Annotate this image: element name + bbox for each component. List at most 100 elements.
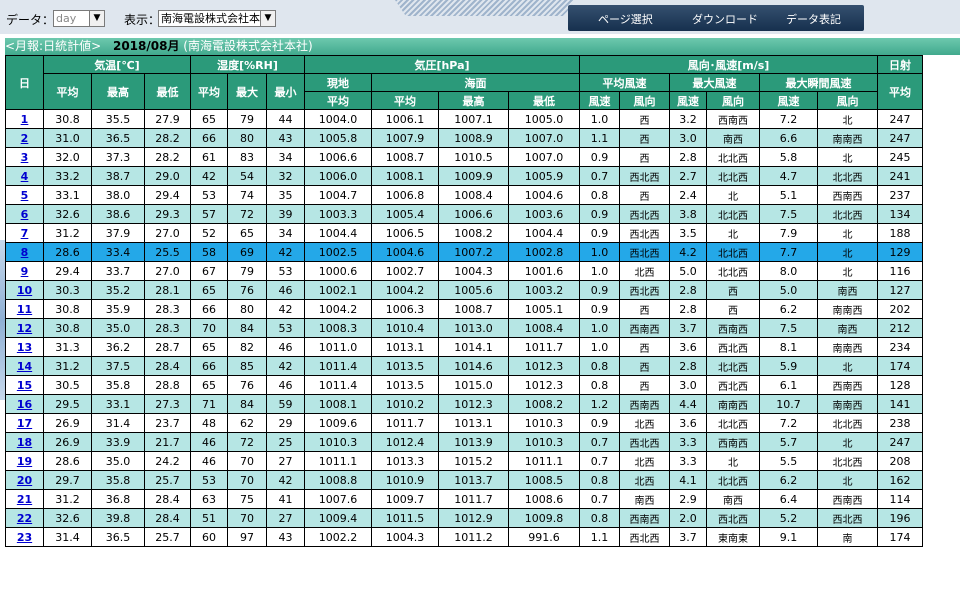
col-gust-dir: 風向 <box>817 91 878 110</box>
table-cell: 46 <box>266 280 305 300</box>
table-cell: 北西 <box>619 451 670 471</box>
table-row: 19 28.6 35.0 24.2 46 70 27 1011.1 1013.3 1015.2 10… <box>5 451 923 471</box>
table-cell: 208 <box>877 451 923 471</box>
day-link[interactable]: 22 <box>17 512 32 525</box>
table-cell: 7.5 <box>759 318 818 338</box>
table-cell: 北 <box>706 451 760 471</box>
table-cell: 1006.3 <box>371 299 439 319</box>
table-cell: 西 <box>619 128 670 148</box>
day-link[interactable]: 16 <box>17 398 32 411</box>
table-cell: 1002.8 <box>508 242 580 262</box>
table-cell: 48 <box>190 413 228 433</box>
table-cell: 84 <box>227 318 267 338</box>
table-cell: 1010.3 <box>508 413 580 433</box>
table-cell: 234 <box>877 337 923 357</box>
table-cell: 174 <box>877 527 923 547</box>
table-cell: 西南西 <box>706 109 760 129</box>
table-cell: 1009.9 <box>438 166 509 186</box>
table-cell: 2.0 <box>669 508 707 528</box>
table-cell: 1010.4 <box>371 318 439 338</box>
table-cell: 1011.4 <box>304 375 372 395</box>
table-cell: 70 <box>227 451 267 471</box>
day-link[interactable]: 1 <box>21 113 29 126</box>
table-cell: 28.6 <box>43 451 92 471</box>
table-cell: 3.0 <box>669 375 707 395</box>
table-cell: 北 <box>817 432 878 452</box>
col-sea-avg: 平均 <box>371 91 439 110</box>
data-type-select[interactable]: day ▼ <box>53 10 105 27</box>
table-cell: 0.7 <box>579 166 620 186</box>
table-cell: 23.7 <box>144 413 191 433</box>
day-link[interactable]: 4 <box>21 170 29 183</box>
day-link[interactable]: 6 <box>21 208 29 221</box>
data-type-value: day <box>56 12 77 25</box>
table-cell: 29.5 <box>43 394 92 414</box>
day-link[interactable]: 19 <box>17 455 32 468</box>
table-cell: 西南西 <box>706 318 760 338</box>
day-link[interactable]: 17 <box>17 417 32 430</box>
day-link[interactable]: 23 <box>17 531 32 544</box>
table-cell: 25.5 <box>144 242 191 262</box>
table-cell: 西南西 <box>706 432 760 452</box>
table-cell: 32 <box>266 166 305 186</box>
table-cell: 34 <box>266 147 305 167</box>
day-link[interactable]: 3 <box>21 151 29 164</box>
menu-download[interactable]: ダウンロード <box>692 11 758 27</box>
day-link[interactable]: 2 <box>21 132 29 145</box>
day-link[interactable]: 14 <box>17 360 32 373</box>
day-link[interactable]: 15 <box>17 379 32 392</box>
display-select[interactable]: 南海電設株式会社本社 ▼ <box>158 10 276 27</box>
chevron-down-icon[interactable]: ▼ <box>89 11 104 26</box>
table-cell: 44 <box>266 109 305 129</box>
day-link[interactable]: 9 <box>21 265 29 278</box>
table-cell: 76 <box>227 375 267 395</box>
table-cell: 52 <box>190 223 228 243</box>
table-cell: 1002.7 <box>371 261 439 281</box>
table-cell: 1006.8 <box>371 185 439 205</box>
day-link[interactable]: 21 <box>17 493 32 506</box>
report-year-month: 2018/08月 <box>112 39 180 53</box>
table-cell: 25.7 <box>144 527 191 547</box>
table-cell: 南西 <box>706 128 760 148</box>
day-link[interactable]: 11 <box>17 303 32 316</box>
menu-data-notation[interactable]: データ表記 <box>786 11 841 27</box>
table-cell: 28.3 <box>144 318 191 338</box>
day-cell: 3 <box>5 147 44 167</box>
table-cell: 33.1 <box>43 185 92 205</box>
day-link[interactable]: 13 <box>17 341 32 354</box>
table-cell: 北北西 <box>706 413 760 433</box>
table-row: 3 32.0 37.3 28.2 61 83 34 1006.6 1008.7 1010.5 100… <box>5 147 923 167</box>
table-cell: 北 <box>706 223 760 243</box>
day-link[interactable]: 7 <box>21 227 29 240</box>
table-cell: 30.8 <box>43 318 92 338</box>
table-cell: 1014.1 <box>438 337 509 357</box>
table-row: 2 31.0 36.5 28.2 66 80 43 1005.8 1007.9 1008.9 100… <box>5 128 923 148</box>
col-gust-speed: 風速 <box>759 91 818 110</box>
day-link[interactable]: 12 <box>17 322 32 335</box>
table-cell: 33.1 <box>91 394 145 414</box>
table-cell: 2.9 <box>669 489 707 509</box>
table-cell: 西北西 <box>817 508 878 528</box>
table-cell: 北北西 <box>817 413 878 433</box>
chevron-down-icon[interactable]: ▼ <box>260 11 275 26</box>
col-max-wind-speed: 風速 <box>669 91 707 110</box>
table-cell: 1005.1 <box>508 299 580 319</box>
day-link[interactable]: 8 <box>21 246 29 259</box>
col-hum-min: 最小 <box>266 73 305 110</box>
table-cell: 35.0 <box>91 318 145 338</box>
table-cell: 1008.3 <box>304 318 372 338</box>
table-cell: 1008.7 <box>438 299 509 319</box>
day-link[interactable]: 10 <box>17 284 32 297</box>
day-link[interactable]: 5 <box>21 189 29 202</box>
table-cell: 1013.9 <box>438 432 509 452</box>
table-cell: 北 <box>817 356 878 376</box>
table-cell: 北 <box>817 109 878 129</box>
table-cell: 1004.2 <box>304 299 372 319</box>
day-link[interactable]: 18 <box>17 436 32 449</box>
day-link[interactable]: 20 <box>17 474 32 487</box>
table-cell: 27 <box>266 451 305 471</box>
table-cell: 2.7 <box>669 166 707 186</box>
menu-page-select[interactable]: ページ選択 <box>598 11 653 27</box>
table-cell: 60 <box>190 527 228 547</box>
table-row: 14 31.2 37.5 28.4 66 85 42 1011.4 1013.5 1014.6 10… <box>5 356 923 376</box>
